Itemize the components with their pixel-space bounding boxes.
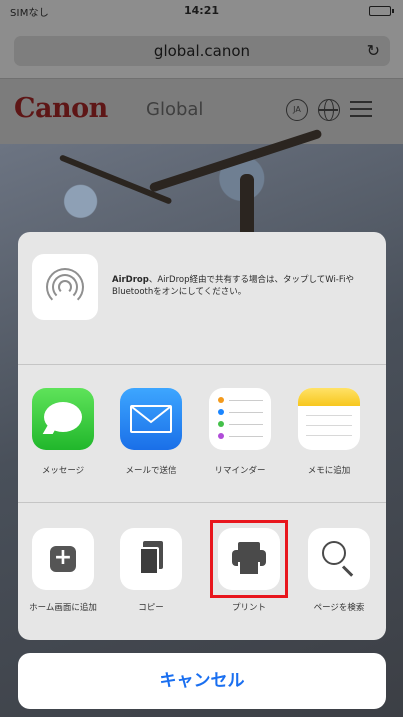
airdrop-description: AirDrop、AirDrop経由で共有する場合は、タップしてWi-FiやBlu… <box>112 274 374 298</box>
envelope-flap <box>131 406 171 424</box>
mail-icon[interactable] <box>120 388 182 450</box>
notes-icon[interactable] <box>298 388 360 450</box>
action-label-copy: コピー <box>138 603 164 613</box>
url-text: global.canon <box>153 42 251 60</box>
airdrop-icon[interactable] <box>32 254 98 320</box>
airdrop-instructions: 、AirDrop経由で共有する場合は、タップしてWi-FiやBluetoothを… <box>112 275 355 297</box>
action-label-find: ページを検索 <box>313 603 365 613</box>
reminders-icon[interactable] <box>209 388 271 450</box>
site-header: Canon Global JA <box>0 78 403 144</box>
app-label-mail: メールで送信 <box>125 466 177 476</box>
messages-icon[interactable] <box>32 388 94 450</box>
battery-icon <box>369 6 394 16</box>
menu-icon[interactable] <box>350 101 372 119</box>
status-time: 14:21 <box>183 4 219 17</box>
airdrop-title: AirDrop <box>112 275 149 285</box>
action-label-add-to-home: ホーム画面に追加 <box>29 603 97 613</box>
status-bar: SIMなし 14:21 <box>0 0 403 22</box>
add-to-home-icon[interactable]: + <box>32 528 94 590</box>
find-in-page-icon[interactable] <box>308 528 370 590</box>
reload-icon[interactable]: ↻ <box>367 41 380 60</box>
app-label-notes: メモに追加 <box>307 466 351 476</box>
copy-icon[interactable] <box>120 528 182 590</box>
divider <box>18 502 386 503</box>
canon-logo[interactable]: Canon <box>14 93 108 124</box>
print-highlight <box>210 520 288 598</box>
action-label-print: プリント <box>231 603 266 613</box>
share-sheet: AirDrop、AirDrop経由で共有する場合は、タップしてWi-FiやBlu… <box>18 232 386 640</box>
app-label-messages: メッセージ <box>41 466 85 476</box>
globe-icon[interactable] <box>318 99 340 121</box>
browser-toolbar: global.canon ↻ <box>0 22 403 78</box>
site-section-label: Global <box>146 99 204 120</box>
app-label-reminders: リマインダー <box>214 466 266 476</box>
cancel-button[interactable]: キャンセル <box>18 653 386 709</box>
divider <box>18 364 386 365</box>
language-icon[interactable]: JA <box>286 99 308 121</box>
url-field[interactable]: global.canon ↻ <box>14 36 390 66</box>
